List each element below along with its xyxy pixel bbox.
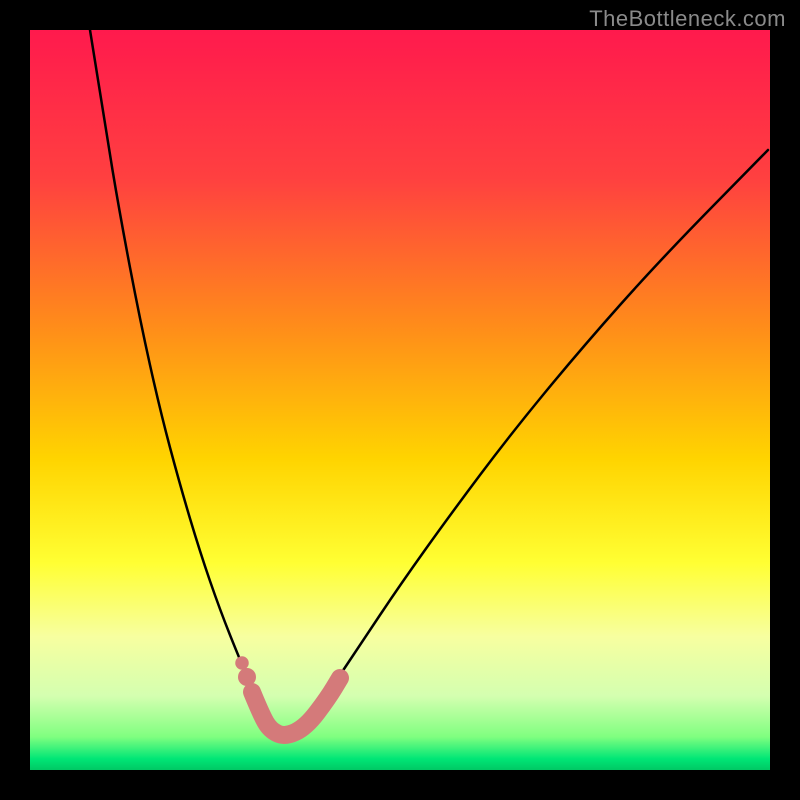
watermark-text: TheBottleneck.com — [589, 6, 786, 32]
plot-frame — [30, 30, 770, 770]
marker-dot — [235, 656, 249, 670]
marker-dot — [238, 668, 256, 686]
gradient-background — [30, 30, 770, 770]
plot-svg — [30, 30, 770, 770]
